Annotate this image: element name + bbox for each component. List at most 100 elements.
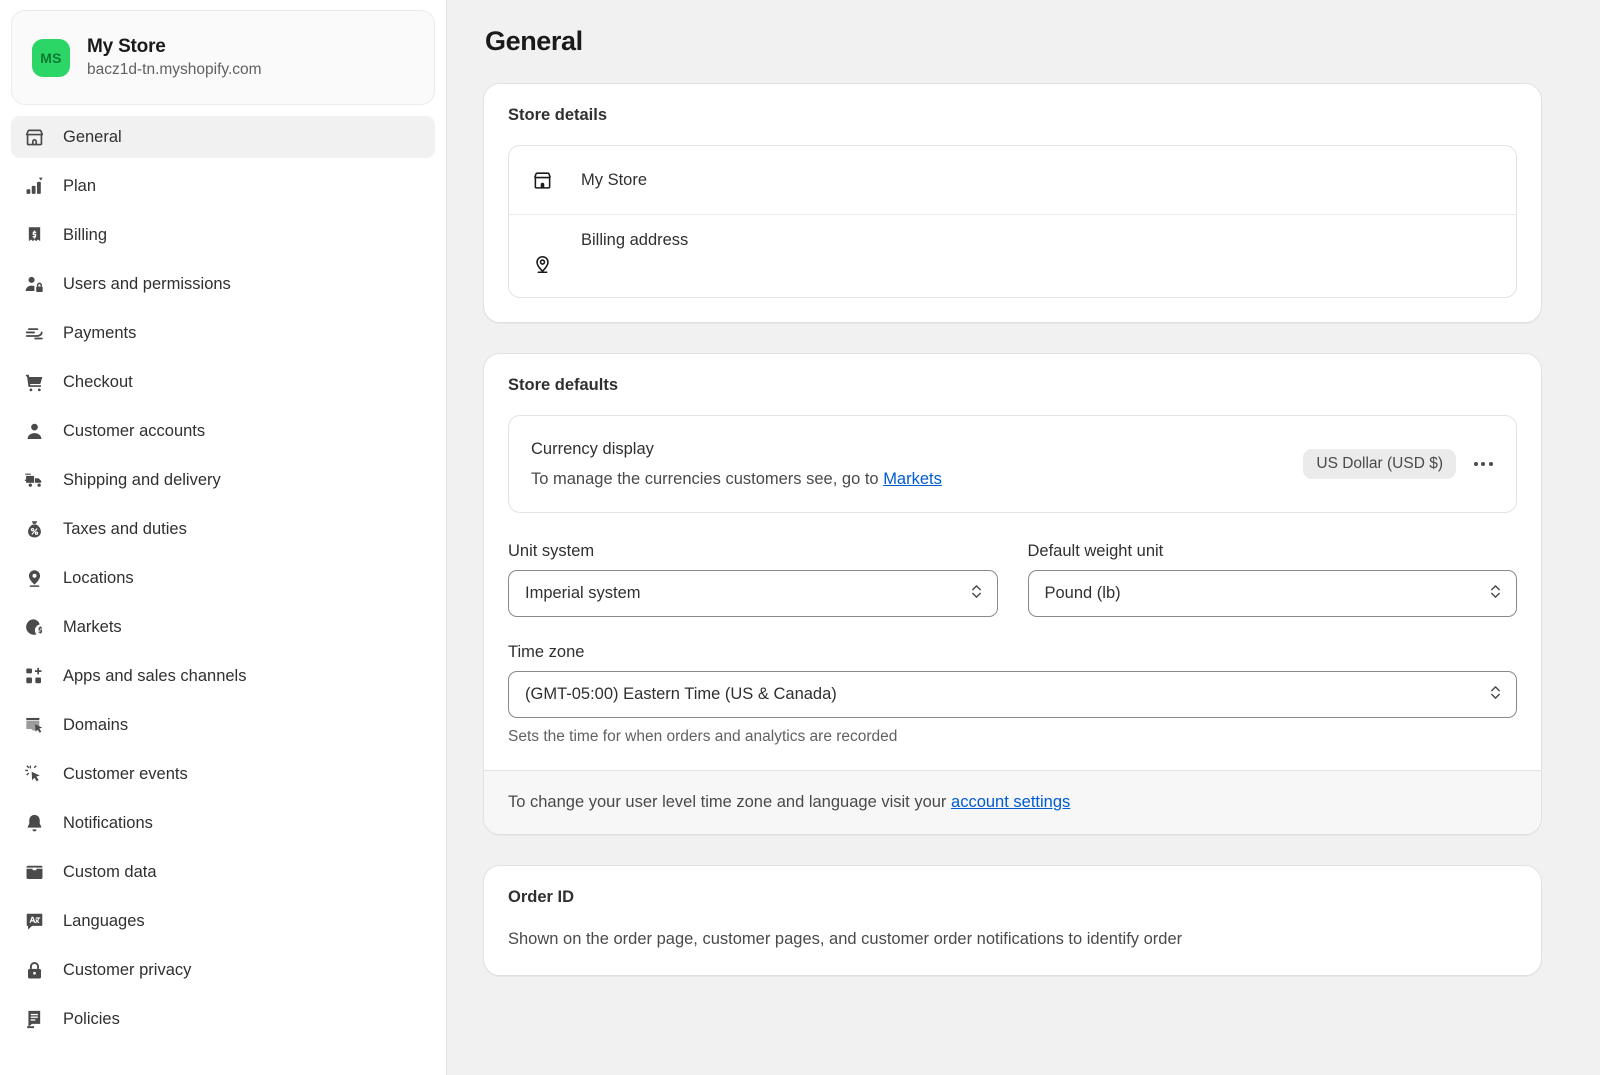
receipt-dollar-icon (23, 224, 45, 246)
store-details-list: My Store Billing address (508, 145, 1517, 298)
sidebar-item-label: Markets (63, 616, 122, 638)
sidebar-item-languages[interactable]: Languages (11, 900, 435, 942)
sidebar-item-label: Users and permissions (63, 273, 231, 295)
unit-system-value: Imperial system (525, 584, 641, 603)
store-details-row-label: My Store (581, 171, 647, 190)
unit-system-select[interactable]: Imperial system (508, 570, 998, 617)
sidebar-item-label: Policies (63, 1008, 120, 1030)
time-zone-label: Time zone (508, 643, 1517, 662)
sidebar-item-policies[interactable]: Policies (11, 998, 435, 1040)
sidebar-item-customer-privacy[interactable]: Customer privacy (11, 949, 435, 991)
sidebar-item-label: General (63, 126, 122, 148)
sidebar-item-custom-data[interactable]: Custom data (11, 851, 435, 893)
sidebar-item-checkout[interactable]: Checkout (11, 361, 435, 403)
translate-icon (23, 910, 45, 932)
chevron-updown-icon (970, 582, 983, 606)
avatar: MS (32, 39, 70, 77)
sidebar-item-general[interactable]: General (11, 116, 435, 158)
markets-link[interactable]: Markets (883, 470, 942, 488)
store-domain: bacz1d-tn.myshopify.com (87, 59, 262, 81)
lock-icon (23, 959, 45, 981)
currency-display-title: Currency display (531, 437, 1303, 461)
account-settings-link[interactable]: account settings (951, 793, 1070, 811)
user-lock-icon (23, 273, 45, 295)
sidebar-item-apps-and-sales-channels[interactable]: Apps and sales channels (11, 655, 435, 697)
policy-document-icon (23, 1008, 45, 1030)
sidebar-item-taxes-and-duties[interactable]: Taxes and duties (11, 508, 435, 550)
sidebar-item-domains[interactable]: Domains (11, 704, 435, 746)
chevron-updown-icon (1489, 683, 1502, 707)
main-content: General Store details My Store (447, 0, 1600, 1075)
person-icon (23, 420, 45, 442)
sidebar-item-label: Domains (63, 714, 128, 736)
sidebar-item-shipping-and-delivery[interactable]: Shipping and delivery (11, 459, 435, 501)
unit-fields-grid: Unit system Imperial system Default weig… (508, 542, 1517, 617)
sidebar-item-label: Billing (63, 224, 107, 246)
account-settings-banner: To change your user level time zone and … (484, 770, 1541, 834)
settings-nav: General Plan Billing Users and permissions P… (0, 105, 446, 1040)
order-id-title: Order ID (508, 888, 1517, 907)
store-details-row-billing-address[interactable]: Billing address (509, 214, 1516, 297)
delivery-truck-icon (23, 469, 45, 491)
order-id-card: Order ID Shown on the order page, custom… (483, 865, 1542, 976)
store-defaults-title: Store defaults (508, 376, 1517, 395)
shopping-cart-icon (23, 371, 45, 393)
chevron-updown-icon (1489, 582, 1502, 606)
money-bag-percent-icon (23, 518, 45, 540)
sidebar-item-label: Customer privacy (63, 959, 191, 981)
sidebar-item-locations[interactable]: Locations (11, 557, 435, 599)
currency-badge: US Dollar (USD $) (1303, 449, 1456, 479)
storefront-icon (23, 126, 45, 148)
domain-cursor-icon (23, 714, 45, 736)
store-details-card: Store details My Store (483, 83, 1542, 323)
sidebar-item-customer-accounts[interactable]: Customer accounts (11, 410, 435, 452)
unit-system-field: Unit system Imperial system (508, 542, 998, 617)
sidebar-item-users-and-permissions[interactable]: Users and permissions (11, 263, 435, 305)
bell-icon (23, 812, 45, 834)
time-zone-select[interactable]: (GMT-05:00) Eastern Time (US & Canada) (508, 671, 1517, 718)
payment-card-icon (23, 322, 45, 344)
sidebar-item-notifications[interactable]: Notifications (11, 802, 435, 844)
currency-display-text: Currency display To manage the currencie… (531, 437, 1303, 491)
sidebar-item-payments[interactable]: Payments (11, 312, 435, 354)
sidebar-item-label: Apps and sales channels (63, 665, 246, 687)
time-zone-value: (GMT-05:00) Eastern Time (US & Canada) (525, 685, 837, 704)
sidebar-item-label: Customer accounts (63, 420, 205, 442)
sidebar-item-label: Plan (63, 175, 96, 197)
sidebar-item-customer-events[interactable]: Customer events (11, 753, 435, 795)
time-zone-field: Time zone (GMT-05:00) Eastern Time (US &… (508, 643, 1517, 746)
sidebar-item-billing[interactable]: Billing (11, 214, 435, 256)
store-details-title: Store details (508, 106, 1517, 125)
sidebar-item-label: Notifications (63, 812, 153, 834)
currency-display-description: To manage the currencies customers see, … (531, 467, 1303, 491)
store-details-row-label: Billing address (581, 231, 688, 250)
globe-dollar-icon (23, 616, 45, 638)
sidebar-item-markets[interactable]: Markets (11, 606, 435, 648)
currency-display-row: Currency display To manage the currencie… (508, 415, 1517, 513)
sidebar-item-label: Customer events (63, 763, 188, 785)
default-weight-unit-label: Default weight unit (1028, 542, 1518, 561)
page-title: General (485, 26, 1542, 57)
store-card-text: My Store bacz1d-tn.myshopify.com (87, 34, 262, 81)
unit-system-label: Unit system (508, 542, 998, 561)
order-id-description: Shown on the order page, customer pages,… (508, 927, 1517, 951)
storefront-icon (531, 170, 553, 191)
default-weight-unit-field: Default weight unit Pound (lb) (1028, 542, 1518, 617)
store-details-row-store[interactable]: My Store (509, 146, 1516, 214)
location-pin-icon (531, 254, 553, 275)
ellipsis-horizontal-icon[interactable] (1466, 448, 1500, 480)
sidebar-item-plan[interactable]: Plan (11, 165, 435, 207)
store-name: My Store (87, 34, 262, 59)
store-defaults-card: Store defaults Currency display To manag… (483, 353, 1542, 835)
settings-sidebar: MS My Store bacz1d-tn.myshopify.com Gene… (0, 0, 447, 1075)
sidebar-item-label: Locations (63, 567, 134, 589)
store-card[interactable]: MS My Store bacz1d-tn.myshopify.com (11, 10, 435, 105)
location-pin-icon (23, 567, 45, 589)
default-weight-unit-select[interactable]: Pound (lb) (1028, 570, 1518, 617)
time-zone-help-text: Sets the time for when orders and analyt… (508, 728, 1517, 746)
chart-bar-icon (23, 175, 45, 197)
click-spark-icon (23, 763, 45, 785)
sidebar-item-label: Taxes and duties (63, 518, 187, 540)
sidebar-item-label: Payments (63, 322, 136, 344)
sidebar-item-label: Shipping and delivery (63, 469, 221, 491)
